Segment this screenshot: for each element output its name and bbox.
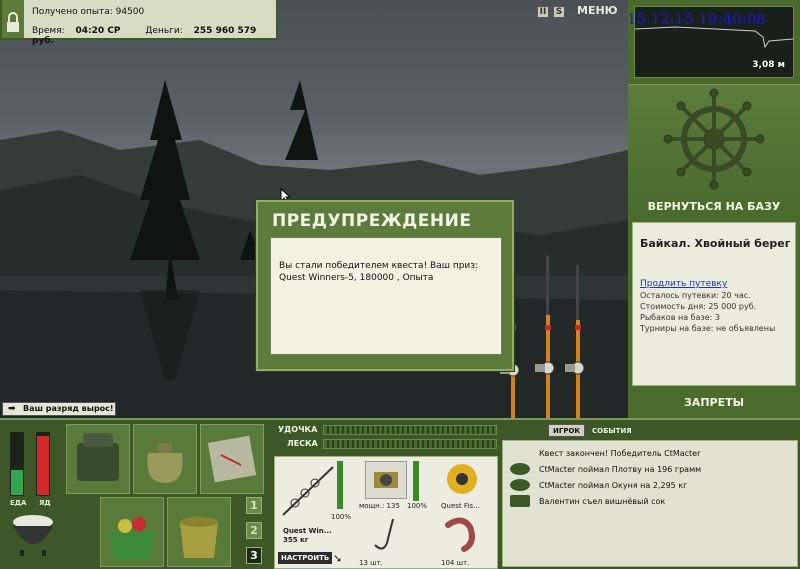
fish-icon bbox=[510, 463, 530, 475]
reel-slot[interactable] bbox=[365, 461, 407, 499]
lock-icon[interactable] bbox=[2, 0, 24, 38]
rod-3[interactable] bbox=[565, 265, 585, 420]
hook-slot[interactable] bbox=[365, 513, 407, 557]
anglers-count: Рыбаков на базе: 3 bbox=[640, 313, 720, 322]
bait-count: 104 шт. bbox=[441, 559, 470, 567]
money-label: Деньги: bbox=[145, 26, 183, 36]
poison-bar bbox=[36, 432, 50, 496]
food-bar bbox=[10, 432, 24, 496]
ship-wheel-icon[interactable] bbox=[628, 85, 800, 201]
worm-icon bbox=[445, 517, 475, 552]
slot-map[interactable] bbox=[200, 424, 264, 494]
news-item: Валентин съел вишнёвый сок bbox=[539, 497, 666, 506]
extend-permit-link[interactable]: Продлить путевку bbox=[640, 279, 727, 289]
slot-number-1[interactable]: 1 bbox=[246, 497, 262, 514]
experience-label: Получено опыта: bbox=[32, 7, 113, 17]
map-icon bbox=[207, 435, 257, 483]
experience-row: Получено опыта: 94500 bbox=[32, 7, 144, 17]
rod-label: УДОЧКА bbox=[278, 425, 318, 434]
slot-number-3[interactable]: 3 bbox=[246, 547, 262, 564]
line-label: ЛЕСКА bbox=[287, 439, 318, 448]
right-sidebar: 3,08 м ВЕРНУТЬСЯ НА БАЗУ Байкал. Хвойный… bbox=[628, 0, 800, 418]
tab-events[interactable]: СОБЫТИЯ bbox=[588, 425, 636, 438]
day-cost: Стоимость дня: 25 000 руб. bbox=[640, 302, 757, 311]
backpack-icon bbox=[77, 433, 119, 481]
permit-left: Осталось путевки: 20 час. bbox=[640, 291, 751, 300]
bans-button[interactable]: ЗАПРЕТЫ bbox=[628, 396, 800, 409]
rod-percent: 100% bbox=[331, 513, 352, 521]
news-item: CtMacter поймал Плотву на 196 грамм bbox=[539, 465, 702, 474]
fish-icon bbox=[510, 479, 530, 491]
configure-button[interactable]: НАСТРОИТЬ bbox=[278, 552, 333, 564]
slot-backpack[interactable] bbox=[66, 424, 130, 494]
player-info-panel: Получено опыта: 94500 Время: 04:20 СР Де… bbox=[0, 0, 278, 46]
rank-badge[interactable]: ➡ Ваш разряд вырос! bbox=[2, 402, 116, 416]
slot-food-basket[interactable] bbox=[100, 497, 164, 567]
tournaments-info: Турниры на базе: не объявлены bbox=[640, 324, 776, 333]
warning-dialog[interactable]: ПРЕДУПРЕЖДЕНИЕ Вы стали победителем квес… bbox=[256, 200, 514, 371]
poison-fill bbox=[37, 436, 49, 495]
rod-weight: 355 кг bbox=[283, 536, 309, 544]
cauldron-icon[interactable] bbox=[6, 510, 60, 556]
experience-value: 94500 bbox=[115, 7, 145, 17]
reel-percent: 100% bbox=[407, 502, 428, 510]
news-item: Квест закончен! Победитель CtMacter bbox=[539, 449, 701, 458]
dialog-title: ПРЕДУПРЕЖДЕНИЕ bbox=[272, 211, 472, 231]
menu-button[interactable]: МЕНЮ bbox=[577, 4, 618, 17]
food-label: ЕДА bbox=[10, 499, 27, 507]
slot-bucket[interactable] bbox=[167, 497, 231, 567]
time-value: 04:20 СР bbox=[75, 26, 121, 36]
news-feed: Квест закончен! Победитель CtMacter CtMa… bbox=[502, 440, 798, 567]
news-item: CtMacter поймал Окуня на 2,295 кг bbox=[539, 481, 688, 490]
rod-name: Quest Win... bbox=[283, 527, 332, 535]
depth-value: 3,08 м bbox=[752, 60, 785, 70]
poison-label: ЯД bbox=[39, 499, 51, 507]
helm-area[interactable] bbox=[628, 84, 800, 214]
rod-2[interactable] bbox=[535, 255, 555, 420]
line-spool-icon bbox=[447, 464, 477, 494]
line-track bbox=[323, 439, 497, 449]
time-money-row: Время: 04:20 СР Деньги: 255 960 579 руб. bbox=[32, 26, 276, 46]
arrow-right-icon: ➡ bbox=[8, 404, 16, 414]
location-panel: Байкал. Хвойный берег Продлить путевку О… bbox=[632, 222, 796, 386]
sound-button[interactable]: S bbox=[553, 6, 565, 18]
rank-badge-text: Ваш разряд вырос! bbox=[23, 404, 114, 413]
line-name: Quest Fis... bbox=[441, 502, 480, 510]
rod-track bbox=[323, 425, 497, 435]
dialog-message: Вы стали победителем квеста! Ваш приз: Q… bbox=[270, 237, 502, 355]
slot-number-2[interactable]: 2 bbox=[246, 522, 262, 539]
back-to-base-button[interactable]: ВЕРНУТЬСЯ НА БАЗУ bbox=[628, 200, 800, 213]
datetime-overlay: 15.12.15 19:40:08 bbox=[627, 10, 766, 28]
bait-slot[interactable] bbox=[442, 513, 484, 557]
reel-icon bbox=[374, 472, 398, 488]
hooks-count: 13 шт. bbox=[359, 559, 383, 567]
reel-info: мощн.: 135 bbox=[359, 502, 400, 510]
slot-sack[interactable] bbox=[133, 424, 197, 494]
reel-condition-bar bbox=[413, 461, 419, 501]
hook-icon bbox=[374, 518, 394, 550]
gear-panel: 100% Quest Win... 355 кг НАСТРОИТЬ ➘ мощ… bbox=[274, 456, 498, 569]
sack-icon bbox=[147, 443, 183, 483]
rod-condition-bar bbox=[337, 461, 343, 509]
cutlery-icon bbox=[510, 495, 530, 507]
line-slot[interactable] bbox=[442, 461, 484, 499]
news-tabs: ИГРОК СОБЫТИЯ bbox=[548, 424, 636, 438]
time-label: Время: bbox=[32, 26, 65, 36]
location-title: Байкал. Хвойный берег bbox=[640, 237, 791, 250]
arrow-down-right-icon: ➘ bbox=[333, 552, 343, 565]
tab-player[interactable]: ИГРОК bbox=[548, 424, 586, 437]
bucket-icon bbox=[180, 517, 218, 558]
basket-icon bbox=[109, 517, 155, 560]
pause-button[interactable]: II bbox=[537, 6, 549, 18]
rod-icon[interactable] bbox=[277, 461, 339, 521]
food-fill bbox=[11, 470, 23, 495]
